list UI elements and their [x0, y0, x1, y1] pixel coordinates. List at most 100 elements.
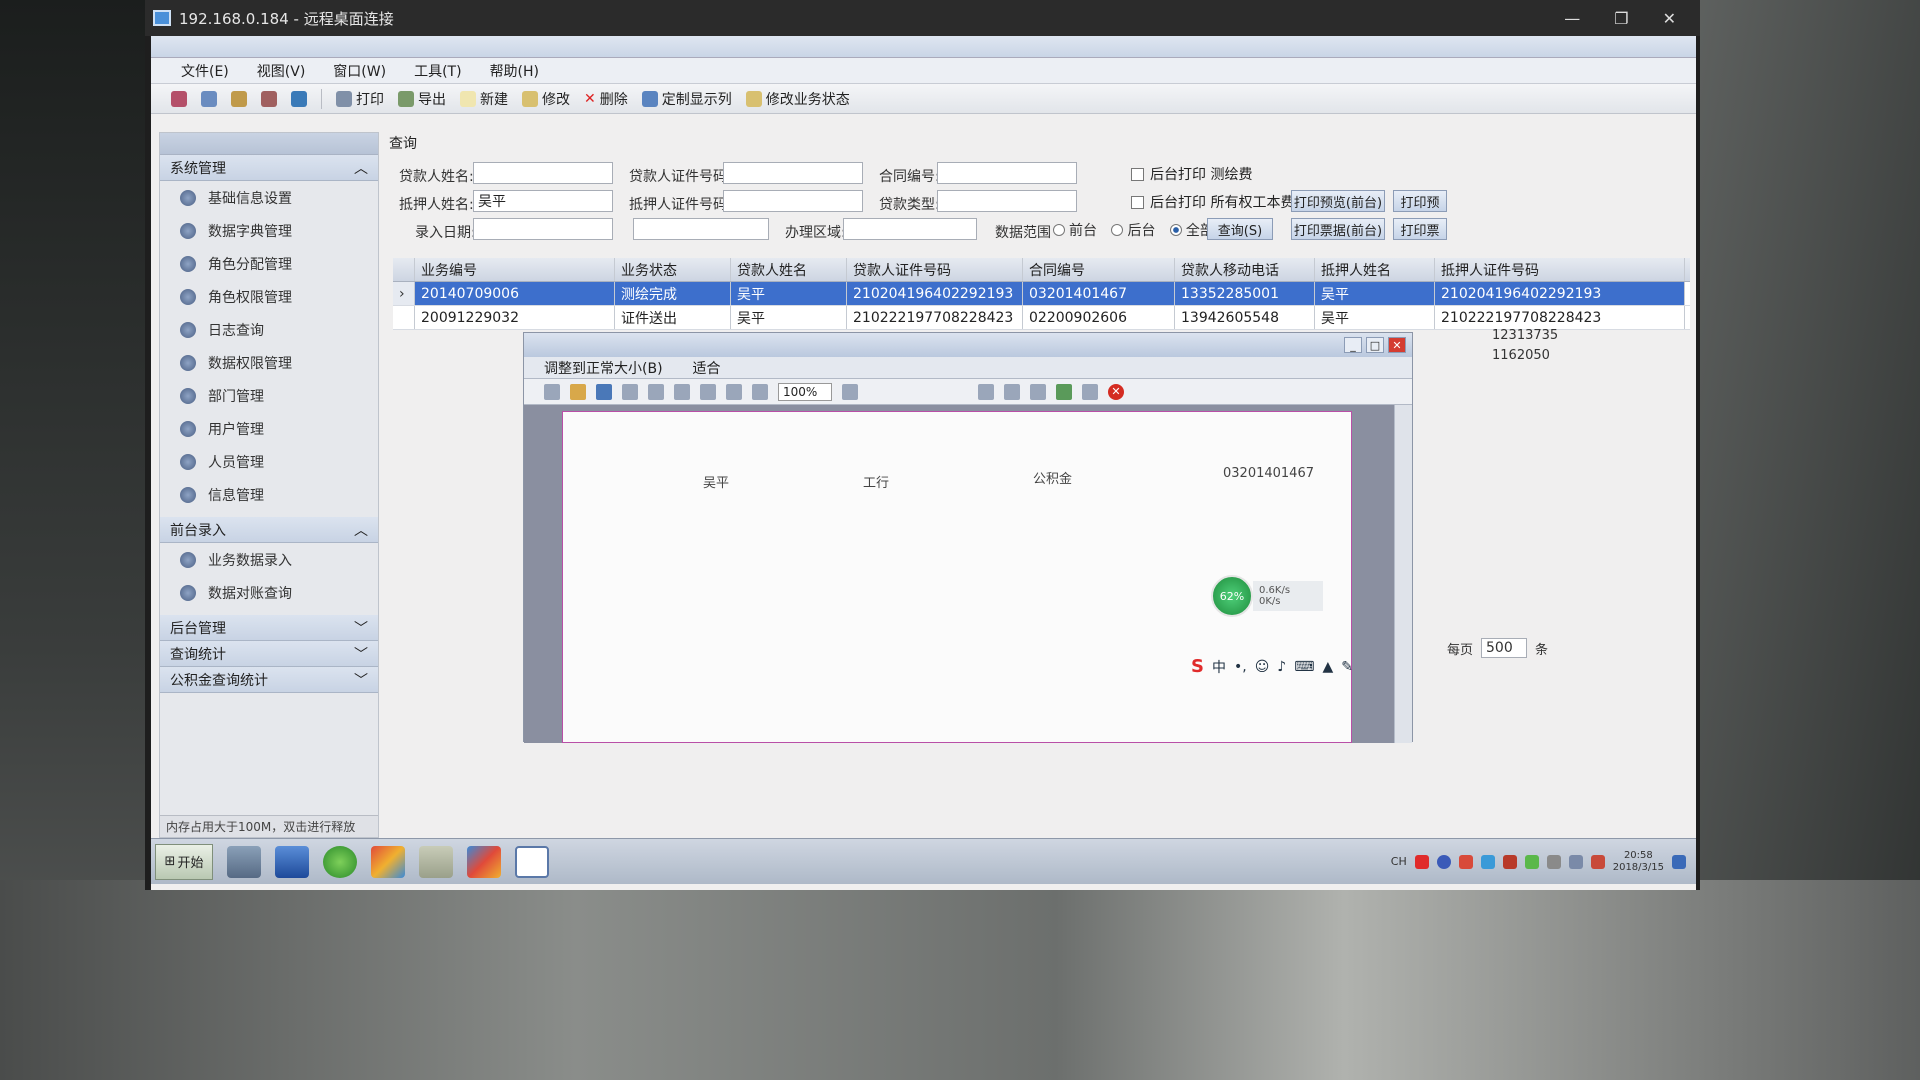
sidebar-item-reconcile[interactable]: 数据对账查询	[160, 576, 378, 609]
print-receipt-back-button[interactable]: 打印票	[1393, 218, 1447, 240]
col-contract-no[interactable]: 合同编号	[1023, 258, 1175, 281]
app-cube-icon[interactable]	[371, 845, 405, 878]
magnifier-icon[interactable]	[842, 383, 858, 400]
volume-icon[interactable]	[1590, 854, 1605, 869]
home-icon[interactable]	[201, 90, 217, 107]
maximize-button[interactable]: ❐	[1614, 9, 1628, 28]
zoom-out-icon[interactable]	[752, 383, 768, 400]
preview-minimize-button[interactable]: _	[1344, 337, 1362, 353]
prev-page-icon[interactable]	[1004, 383, 1020, 400]
ime-emoji-icon[interactable]: ☺	[1255, 659, 1270, 675]
modify-status-button[interactable]: 修改业务状态	[745, 89, 850, 109]
sidebar-group-back[interactable]: 后台管理 ﹀	[160, 615, 378, 641]
computer-icon[interactable]	[227, 845, 261, 878]
page-size-select[interactable]: 500	[1481, 638, 1528, 658]
memory-status[interactable]: 内存占用大于100M，双击进行释放	[160, 815, 378, 837]
network-monitor[interactable]: 62% 0.6K/s 0K/s	[1211, 575, 1335, 617]
menu-window[interactable]: 窗口(W)	[333, 61, 386, 81]
contract-no-input[interactable]	[937, 162, 1077, 184]
close-preview-icon[interactable]: ✕	[1108, 383, 1124, 400]
preview-titlebar[interactable]: _ □ ✕	[524, 333, 1412, 357]
preview-maximize-button[interactable]: □	[1366, 337, 1384, 353]
print-icon[interactable]	[622, 383, 638, 400]
table-row[interactable]: › 20140709006 测绘完成 吴平 210204196402292193…	[393, 282, 1690, 306]
clock[interactable]: 20:58 2018/3/15	[1613, 850, 1664, 874]
app-cube2-icon[interactable]	[467, 845, 501, 878]
print-all-checkbox[interactable]: 后台打印 所有权工本费	[1131, 192, 1294, 212]
ime-mode[interactable]: 中	[1212, 657, 1226, 677]
user-icon[interactable]	[261, 90, 277, 107]
print-preview-back-button[interactable]: 打印预	[1393, 190, 1447, 212]
sidebar-item-dictionary[interactable]: 数据字典管理	[160, 214, 378, 247]
sidebar-item-data-permission[interactable]: 数据权限管理	[160, 346, 378, 379]
menu-file[interactable]: 文件(E)	[181, 61, 229, 81]
mortgagor-id-input[interactable]	[723, 190, 863, 212]
query-button[interactable]: 查询(S)	[1207, 218, 1273, 240]
save-icon[interactable]	[596, 383, 612, 400]
col-status[interactable]: 业务状态	[615, 258, 731, 281]
exit-icon[interactable]	[291, 90, 307, 107]
help-icon[interactable]	[1436, 854, 1451, 869]
sidebar-group-system[interactable]: 系统管理 ︿	[160, 155, 378, 181]
powershell-icon[interactable]	[275, 845, 309, 878]
preview-close-button[interactable]: ✕	[1388, 337, 1406, 353]
custom-columns-button[interactable]: 定制显示列	[641, 89, 732, 109]
handle-area-select[interactable]	[843, 218, 977, 240]
close-button[interactable]: ✕	[1663, 9, 1676, 28]
menu-tools[interactable]: 工具(T)	[414, 61, 461, 81]
loan-type-select[interactable]	[937, 190, 1077, 212]
refresh-icon[interactable]	[1524, 854, 1539, 869]
antivirus-icon[interactable]	[1502, 854, 1517, 869]
print-button[interactable]: 打印	[336, 89, 384, 109]
delete-button[interactable]: ✕ 删除	[584, 89, 628, 109]
new-button[interactable]: 新建	[460, 89, 508, 109]
col-mortgagor-name[interactable]: 抵押人姓名	[1315, 258, 1435, 281]
flag-icon[interactable]	[1546, 854, 1561, 869]
security-icon[interactable]	[1458, 854, 1473, 869]
ime-wrench-icon[interactable]: ✎	[1341, 659, 1353, 675]
col-borrower-phone[interactable]: 贷款人移动电话	[1175, 258, 1315, 281]
sidebar-item-log-query[interactable]: 日志查询	[160, 313, 378, 346]
scope-front-radio[interactable]: 前台	[1053, 220, 1097, 240]
copy-icon[interactable]	[674, 383, 690, 400]
ime-skin-icon[interactable]: ▲	[1322, 659, 1333, 675]
tools-icon[interactable]	[419, 845, 453, 878]
sidebar-item-business-entry[interactable]: 业务数据录入	[160, 543, 378, 576]
sidebar-group-front[interactable]: 前台录入 ︿	[160, 517, 378, 543]
sidebar-item-role-assign[interactable]: 角色分配管理	[160, 247, 378, 280]
window-icon[interactable]	[515, 845, 549, 878]
open-icon[interactable]	[570, 383, 586, 400]
sidebar-item-role-permission[interactable]: 角色权限管理	[160, 280, 378, 313]
ime-toolbar[interactable]: S 中 •, ☺ ♪ ⌨ ▲ ✎	[1191, 656, 1353, 677]
zoom-in-icon[interactable]	[726, 383, 742, 400]
edit-button[interactable]: 修改	[522, 89, 570, 109]
col-business-no[interactable]: 业务编号	[415, 258, 615, 281]
hand-icon[interactable]	[700, 383, 716, 400]
scope-back-radio[interactable]: 后台	[1111, 220, 1155, 240]
language-indicator[interactable]: CH	[1391, 855, 1407, 868]
cloud-icon[interactable]	[1480, 854, 1495, 869]
sidebar-item-users[interactable]: 用户管理	[160, 412, 378, 445]
print-survey-checkbox[interactable]: 后台打印 测绘费	[1131, 164, 1252, 184]
fit-option[interactable]: 适合	[693, 358, 721, 378]
sidebar-group-stats[interactable]: 查询统计 ﹀	[160, 641, 378, 667]
start-button[interactable]: ⊞ 开始	[155, 843, 213, 880]
entry-date-to[interactable]	[633, 218, 769, 240]
export-page-icon[interactable]	[1056, 383, 1072, 400]
sidebar-item-basic-info[interactable]: 基础信息设置	[160, 181, 378, 214]
sogou-tray-icon[interactable]	[1414, 854, 1429, 869]
layout-icon[interactable]	[1082, 383, 1098, 400]
print-receipt-button[interactable]: 打印票据(前台)	[1291, 218, 1385, 240]
ime-mic-icon[interactable]: ♪	[1277, 659, 1286, 675]
ie-icon[interactable]	[323, 845, 357, 878]
ime-punct-icon[interactable]: •,	[1234, 659, 1247, 675]
grid-icon[interactable]	[171, 90, 187, 107]
rdp-titlebar[interactable]: 192.168.0.184 - 远程桌面连接 — ❐ ✕	[145, 0, 1700, 36]
borrower-id-input[interactable]	[723, 162, 863, 184]
page-setup-icon[interactable]	[648, 383, 664, 400]
minimize-button[interactable]: —	[1564, 9, 1580, 28]
sidebar-item-department[interactable]: 部门管理	[160, 379, 378, 412]
folder-icon[interactable]	[231, 90, 247, 107]
menu-help[interactable]: 帮助(H)	[490, 61, 539, 81]
col-borrower-name[interactable]: 贷款人姓名	[731, 258, 847, 281]
